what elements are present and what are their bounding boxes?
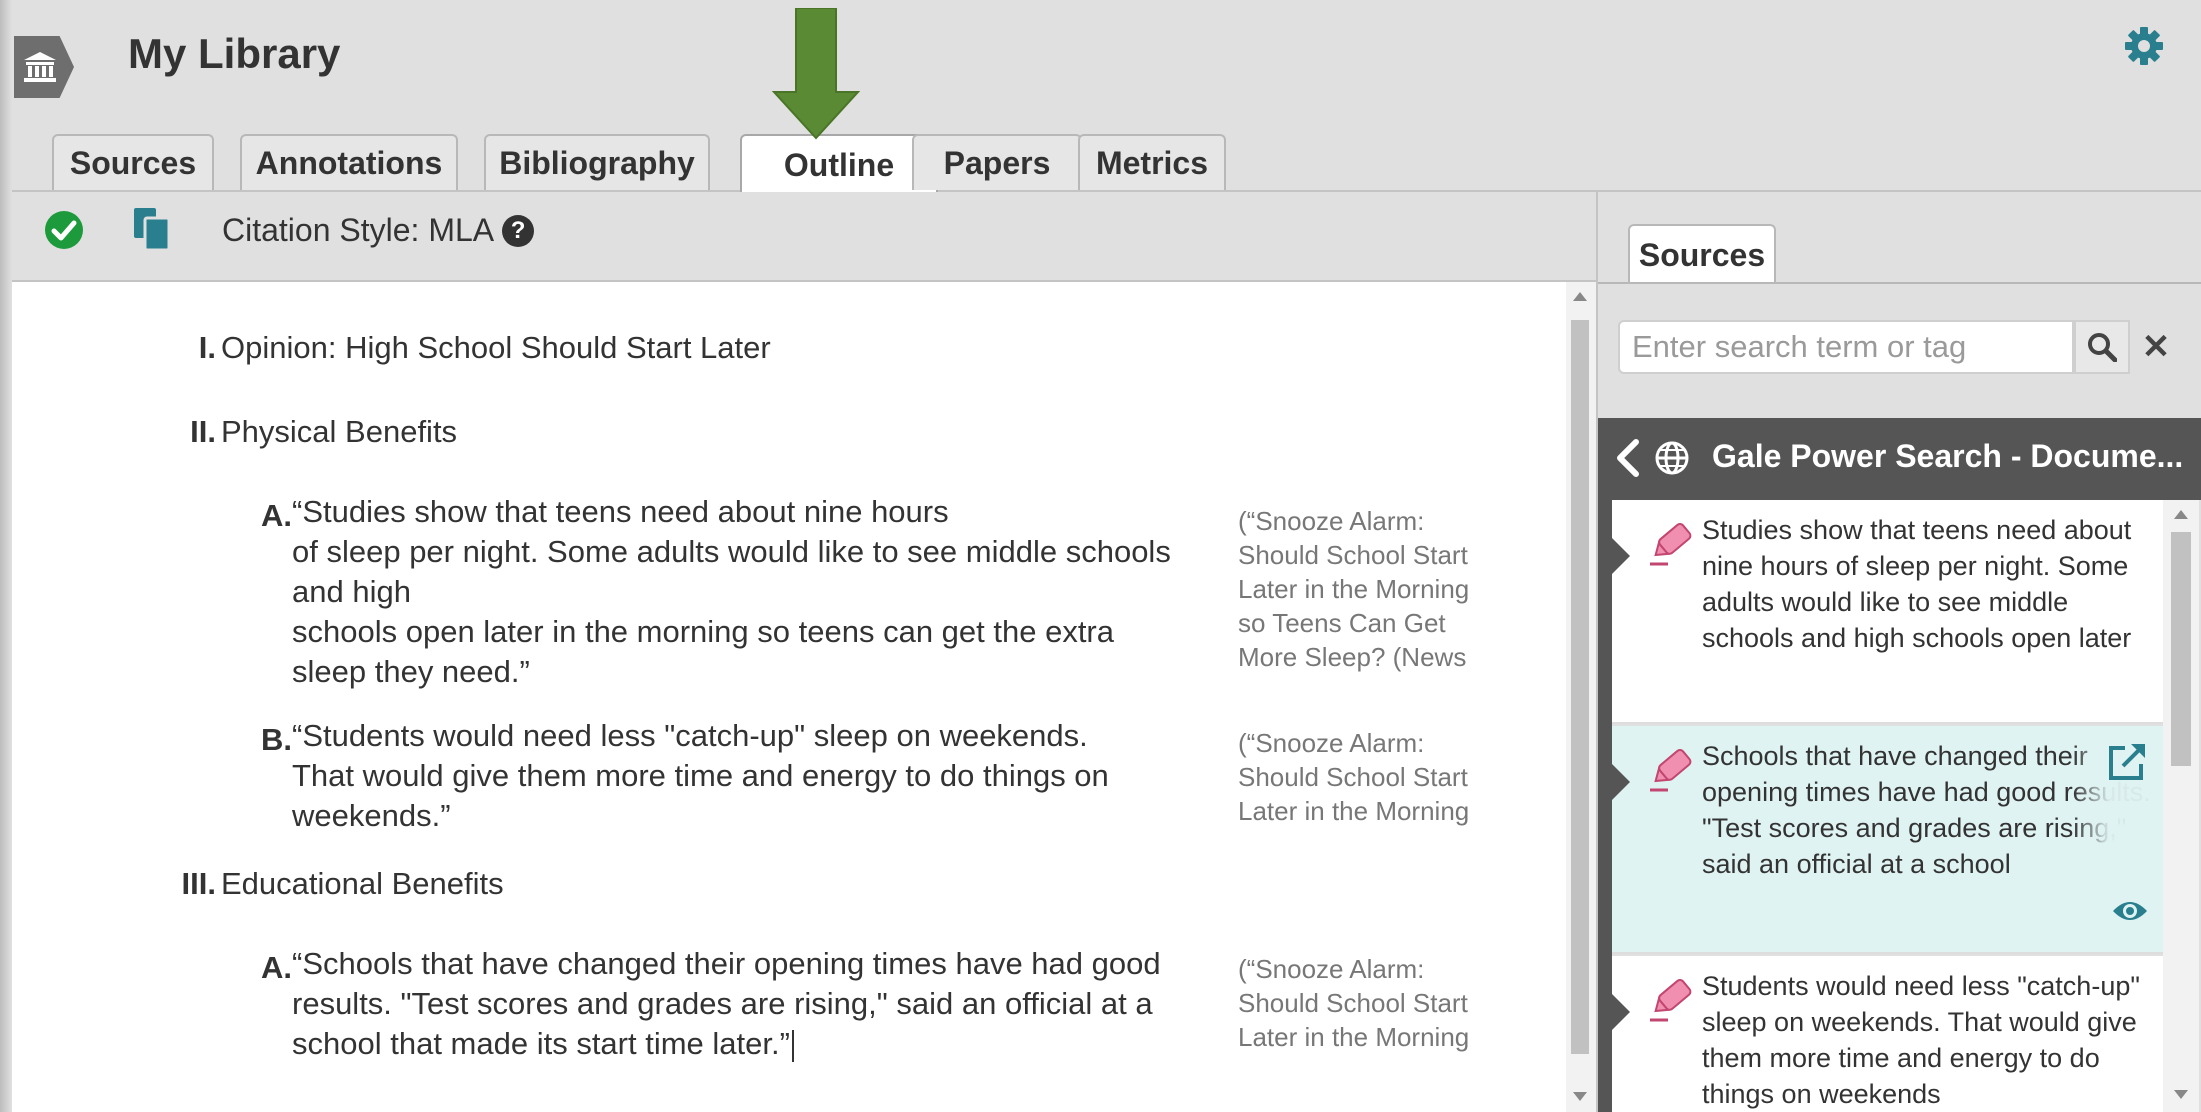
quote-line: weekends.” (292, 798, 451, 833)
citation-line: Later in the Morning (1238, 796, 1470, 826)
outline-scrollbar[interactable] (1566, 282, 1596, 1112)
quote-line: “Students would need less "catch-up" sle… (292, 718, 1088, 753)
quote-line: of sleep per night. Some adults would li… (292, 534, 1171, 569)
page-title: My Library (128, 30, 341, 77)
tab-annotations[interactable]: Annotations (240, 134, 458, 190)
document-title[interactable]: Gale Power Search - Docume... (1712, 438, 2192, 475)
tab-metrics[interactable]: Metrics (1078, 134, 1226, 190)
note-card[interactable]: Schools that have changed their opening … (1612, 726, 2163, 954)
citation-line: (“Snooze Alarm: (1238, 506, 1425, 536)
outline-editor[interactable]: I. Opinion: High School Should Start Lat… (12, 282, 1566, 1112)
tab-bibliography[interactable]: Bibliography (484, 134, 710, 190)
check-circle-icon[interactable] (44, 210, 84, 250)
item-letter: B. (261, 722, 292, 757)
quote-line: “Schools that have changed their opening… (292, 946, 1161, 981)
eye-icon[interactable] (2111, 896, 2149, 926)
citation-style-text: Citation Style: MLA (222, 212, 495, 248)
section-numeral: III. (181, 866, 216, 901)
citation-line: Later in the Morning (1238, 1022, 1470, 1052)
quote-line: school that made its start time later.” (292, 1026, 790, 1061)
notes-scrollbar[interactable] (2163, 500, 2199, 1112)
scroll-up-arrow[interactable] (1573, 292, 1587, 301)
card-pointer (1612, 538, 1630, 574)
citation-text: (“Snooze Alarm: Should School Start Late… (1238, 504, 1500, 674)
citation-text: (“Snooze Alarm: Should School Start Late… (1238, 726, 1500, 828)
sources-panel: Sources ✕ (1596, 192, 2201, 1112)
notes-list: Studies show that teens need about nine … (1612, 500, 2163, 1112)
citation-line: (“Snooze Alarm: (1238, 728, 1425, 758)
section-heading[interactable]: Opinion: High School Should Start Later (221, 330, 771, 366)
search-input[interactable] (1618, 320, 2074, 374)
item-letter: A. (261, 950, 292, 985)
item-letter: A. (261, 498, 292, 533)
help-icon[interactable]: ? (502, 214, 535, 247)
tab-outline[interactable]: Outline (740, 134, 938, 194)
note-card[interactable]: Studies show that teens need about nine … (1612, 500, 2163, 724)
citation-text: (“Snooze Alarm: Should School Start Late… (1238, 952, 1500, 1054)
citation-line: Should School Start (1238, 762, 1468, 792)
quote-line: sleep they need.” (292, 654, 530, 689)
app-window: My Library Sources Annotations Bibliogra… (0, 0, 2201, 1112)
external-link-icon[interactable] (2105, 740, 2149, 784)
document-header: Gale Power Search - Docume... (1598, 418, 2201, 500)
left-edge-shadow (0, 0, 12, 1112)
scrollbar-thumb[interactable] (1571, 320, 1589, 1054)
quote-line: That would give them more time and energ… (292, 758, 1109, 793)
citation-style-label[interactable]: Citation Style: MLA ? (222, 212, 535, 249)
note-text: Students would need less "catch-up" slee… (1702, 971, 2140, 1109)
quote-line: schools open later in the morning so tee… (292, 614, 1114, 649)
citation-line: Later in the Morning (1238, 574, 1470, 604)
note-text: Studies show that teens need about nine … (1702, 515, 2132, 653)
scrollbar-thumb[interactable] (2171, 532, 2191, 766)
note-card[interactable]: Students would need less "catch-up" slee… (1612, 956, 2163, 1112)
tab-sources[interactable]: Sources (52, 134, 214, 190)
section-heading[interactable]: Educational Benefits (221, 866, 504, 902)
section-numeral: I. (198, 330, 216, 365)
outline-toolbar: Citation Style: MLA ? (12, 192, 1596, 282)
card-pointer (1612, 764, 1630, 800)
close-icon[interactable]: ✕ (2132, 320, 2180, 374)
panel-left-strip (1598, 500, 1612, 1112)
copy-icon[interactable] (132, 206, 172, 252)
chevron-left-icon[interactable] (1614, 438, 1642, 478)
scroll-down-arrow[interactable] (2174, 1090, 2188, 1099)
highlighter-icon (1648, 746, 1698, 792)
citation-line: so Teens Can Get (1238, 608, 1446, 638)
quote-line: “Studies show that teens need about nine… (292, 494, 949, 529)
gear-icon[interactable] (2122, 24, 2166, 68)
panel-tab-divider (1598, 282, 2201, 284)
highlighter-icon (1648, 520, 1698, 566)
quote-text[interactable]: “Studies show that teens need about nine… (292, 492, 1171, 692)
section-numeral: II. (190, 414, 216, 449)
quote-line: results. "Test scores and grades are ris… (292, 986, 1153, 1021)
tab-panel-sources[interactable]: Sources (1628, 224, 1776, 284)
scroll-down-arrow[interactable] (1573, 1092, 1587, 1101)
citation-line: More Sleep? (News (1238, 642, 1467, 672)
citation-line: (“Snooze Alarm: (1238, 954, 1425, 984)
globe-icon (1652, 438, 1692, 478)
text-caret (791, 1029, 794, 1062)
section-heading[interactable]: Physical Benefits (221, 414, 457, 450)
search-icon[interactable] (2074, 320, 2130, 374)
scroll-up-arrow[interactable] (2174, 510, 2188, 519)
quote-text[interactable]: “Schools that have changed their opening… (292, 944, 1161, 1064)
down-arrow-pointer (771, 7, 861, 140)
tab-papers[interactable]: Papers (912, 134, 1082, 190)
quote-line: and high (292, 574, 411, 609)
citation-line: Should School Start (1238, 988, 1468, 1018)
quote-text[interactable]: “Students would need less "catch-up" sle… (292, 716, 1109, 836)
highlighter-icon (1648, 976, 1698, 1022)
quote-line-with-caret: school that made its start time later.” (292, 1024, 1161, 1064)
card-pointer (1612, 994, 1630, 1030)
citation-line: Should School Start (1238, 540, 1468, 570)
